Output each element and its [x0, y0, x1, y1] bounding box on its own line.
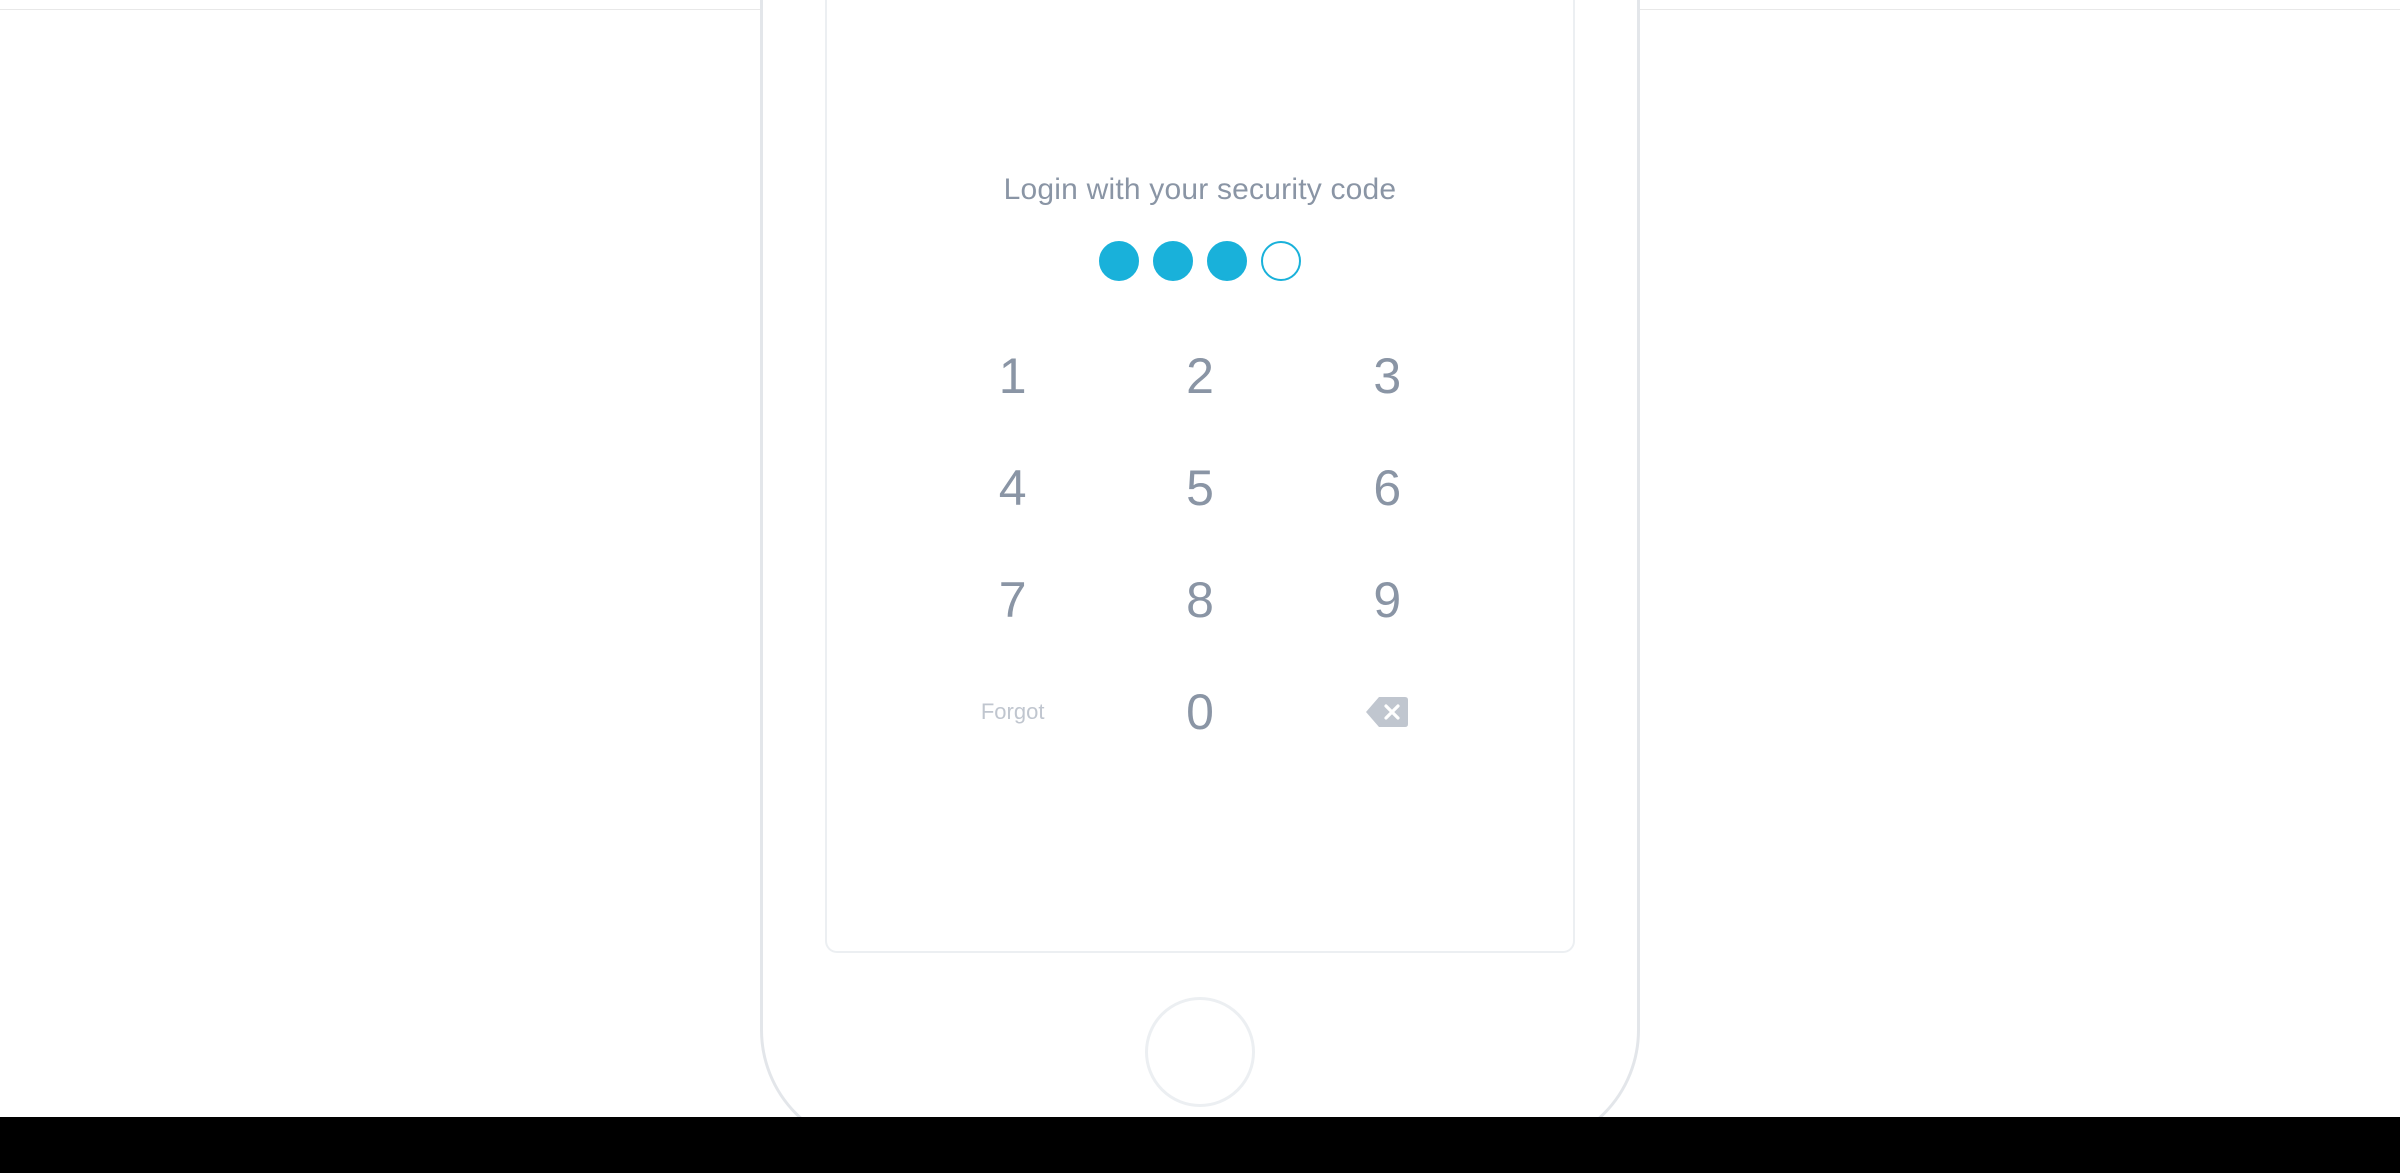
key-3[interactable]: 3	[1294, 351, 1481, 401]
pin-indicator	[827, 241, 1573, 281]
key-2[interactable]: 2	[1106, 351, 1293, 401]
phone-frame: Login with your security code 1 2 3 4 5 …	[760, 0, 1640, 1150]
keypad: 1 2 3 4 5 6 7 8 9 Forgot 0	[919, 351, 1481, 737]
key-0[interactable]: 0	[1106, 687, 1293, 737]
pin-dot-2	[1153, 241, 1193, 281]
key-9[interactable]: 9	[1294, 575, 1481, 625]
login-prompt: Login with your security code	[827, 173, 1573, 207]
key-1[interactable]: 1	[919, 351, 1106, 401]
pin-dot-1	[1099, 241, 1139, 281]
screen-panel: Login with your security code 1 2 3 4 5 …	[825, 0, 1575, 953]
key-7[interactable]: 7	[919, 575, 1106, 625]
bottom-bar	[0, 1117, 2400, 1173]
forgot-button[interactable]: Forgot	[919, 699, 1106, 725]
pin-dot-4	[1261, 241, 1301, 281]
pin-dot-3	[1207, 241, 1247, 281]
key-4[interactable]: 4	[919, 463, 1106, 513]
key-5[interactable]: 5	[1106, 463, 1293, 513]
home-button[interactable]	[1145, 997, 1255, 1107]
backspace-button[interactable]	[1294, 695, 1481, 729]
key-8[interactable]: 8	[1106, 575, 1293, 625]
key-6[interactable]: 6	[1294, 463, 1481, 513]
backspace-icon	[1365, 695, 1409, 729]
